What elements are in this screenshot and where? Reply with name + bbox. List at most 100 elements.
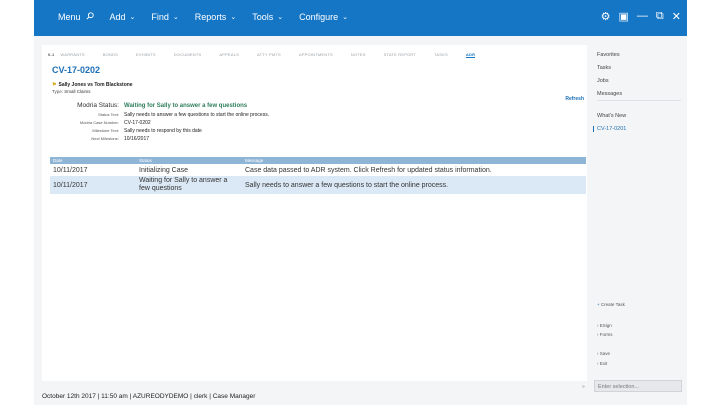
- status-server: AZUREODYDEMO: [132, 393, 189, 400]
- modria-case-number-label: Modria Case Number:: [79, 120, 119, 125]
- cell-status: Waiting for Sally to answer a few questi…: [136, 176, 242, 194]
- divider: [597, 100, 681, 101]
- tab-exhibits[interactable]: EXHIBITS: [136, 52, 156, 58]
- find-menu[interactable]: Find ⌄: [151, 12, 178, 22]
- modria-case-number-value: CV-17-0202: [124, 120, 151, 126]
- parties-text: Sally Jones vs Tom Blackstone: [58, 82, 133, 88]
- main-menu: Menu Add ⌄ Find ⌄ Reports ⌄ Tools ⌄ Conf…: [58, 12, 364, 22]
- configure-menu-label: Configure: [299, 12, 339, 22]
- esign-button[interactable]: › ESign: [597, 323, 612, 328]
- tab-notes[interactable]: NOTES: [351, 52, 366, 58]
- flag-icon: ⚑: [52, 82, 57, 88]
- column-header-message[interactable]: Message: [242, 157, 586, 164]
- search-icon[interactable]: [85, 12, 94, 22]
- favorites-link[interactable]: Favorites: [597, 52, 620, 58]
- chevron-down-icon: ⌄: [277, 14, 284, 21]
- case-parties: ⚑ Sally Jones vs Tom Blackstone: [52, 82, 133, 88]
- case-tabs: 0-1 WARRANTS BONDS EXHIBITS DOCUMENTS AP…: [48, 52, 493, 58]
- find-menu-label: Find: [151, 12, 169, 22]
- tools-menu[interactable]: Tools ⌄: [252, 12, 283, 22]
- status-time: 11:50 am: [101, 393, 128, 400]
- refresh-link[interactable]: Refresh: [565, 96, 584, 102]
- cell-message: Case data passed to ADR system. Click Re…: [242, 164, 586, 176]
- forms-button[interactable]: › Forms: [597, 332, 613, 337]
- top-menu-bar: Menu Add ⌄ Find ⌄ Reports ⌄ Tools ⌄ Conf…: [34, 0, 687, 36]
- tasks-link[interactable]: Tasks: [597, 65, 611, 71]
- adr-history-table: Date Status Message 10/11/2017 Initializ…: [50, 157, 586, 194]
- tab-general[interactable]: 0-1: [48, 52, 54, 58]
- chevron-down-icon: ⌄: [342, 14, 348, 21]
- exit-label: Exit: [599, 361, 608, 366]
- screenshot-icon[interactable]: ▣: [619, 10, 629, 23]
- recent-case-link[interactable]: CV-17-0201: [593, 126, 626, 132]
- tools-menu-label: Tools: [252, 12, 274, 22]
- tab-documents[interactable]: DOCUMENTS: [174, 52, 202, 58]
- arrow-icon: ›: [597, 332, 599, 337]
- arrow-icon: ›: [597, 323, 599, 328]
- case-number-title: CV-17-0202: [52, 65, 101, 75]
- cell-status: Initializing Case: [136, 164, 242, 176]
- chevron-down-icon: ⌄: [230, 14, 237, 21]
- esign-label: ESign: [599, 323, 612, 328]
- tab-state-report[interactable]: STATE REPORT: [384, 52, 416, 58]
- jobs-link[interactable]: Jobs: [597, 78, 609, 84]
- adr-details: Modria Status: Waiting for Sally to answ…: [48, 102, 269, 144]
- tab-atty-pmts[interactable]: ATTY PMTS: [257, 52, 281, 58]
- configure-menu[interactable]: Configure ⌄: [299, 12, 348, 22]
- status-text-value: Sally needs to answer a few questions to…: [124, 112, 270, 118]
- cell-date: 10/11/2017: [50, 164, 136, 176]
- forms-label: Forms: [599, 332, 613, 337]
- create-task-button[interactable]: + Create Task: [597, 302, 625, 307]
- reports-menu[interactable]: Reports ⌄: [195, 12, 236, 22]
- messages-link[interactable]: Messages: [597, 91, 622, 97]
- table-row[interactable]: 10/11/2017 Waiting for Sally to answer a…: [50, 176, 586, 194]
- minimize-icon[interactable]: —: [637, 10, 648, 23]
- save-label: Save: [599, 351, 611, 356]
- column-header-status[interactable]: Status: [136, 157, 242, 164]
- status-bar: October 12th 2017 | 11:50 am | AZUREODYD…: [42, 393, 256, 400]
- exit-button[interactable]: › Exit: [597, 361, 607, 366]
- close-icon[interactable]: ✕: [672, 10, 681, 23]
- tab-tasks[interactable]: TASKS: [434, 52, 448, 58]
- enter-selection-input[interactable]: Enter selection...: [594, 380, 682, 392]
- status-date: October 12th 2017: [42, 393, 96, 400]
- case-content-panel: 0-1 WARRANTS BONDS EXHIBITS DOCUMENTS AP…: [42, 45, 587, 381]
- table-row[interactable]: 10/11/2017 Initializing Case Case data p…: [50, 164, 586, 176]
- status-app: Case Manager: [212, 393, 256, 400]
- plus-icon: +: [597, 302, 600, 307]
- status-user: clerk: [193, 393, 208, 400]
- add-menu-label: Add: [109, 12, 126, 22]
- expand-pane-icon[interactable]: »: [582, 384, 585, 390]
- case-type: Type: Small Claims: [52, 89, 91, 94]
- tab-appeals[interactable]: APPEALS: [219, 52, 239, 58]
- gear-icon[interactable]: ⚙: [601, 10, 611, 23]
- tab-bonds[interactable]: BONDS: [103, 52, 118, 58]
- create-task-label: Create Task: [600, 302, 625, 307]
- chevron-down-icon: ⌄: [129, 14, 136, 21]
- status-text-label: Status Text:: [98, 112, 119, 117]
- column-header-date[interactable]: Date: [50, 157, 136, 164]
- cell-date: 10/11/2017: [50, 176, 136, 194]
- milestone-text-value: Sally needs to respond by this date: [124, 128, 202, 134]
- right-pane: Favorites Tasks Jobs Messages What's New…: [590, 36, 687, 405]
- whats-new-link[interactable]: What's New: [597, 113, 626, 119]
- milestone-text-label: Milestone Text:: [92, 128, 119, 133]
- menu-button[interactable]: Menu: [58, 12, 94, 22]
- arrow-icon: ›: [597, 351, 599, 356]
- tab-appointments[interactable]: APPOINTMENTS: [299, 52, 333, 58]
- modria-status-label: Modria Status:: [77, 102, 119, 109]
- case-type-label: Type:: [52, 89, 64, 94]
- restore-icon[interactable]: ⧉: [656, 10, 664, 23]
- next-milestone-label: Next Milestone:: [91, 136, 119, 141]
- window-controls: ⚙ ▣ — ⧉ ✕: [601, 10, 681, 23]
- chevron-down-icon: ⌄: [172, 14, 179, 21]
- cell-message: Sally needs to answer a few questions to…: [242, 176, 586, 194]
- arrow-icon: ›: [597, 361, 599, 366]
- add-menu[interactable]: Add ⌄: [110, 12, 136, 22]
- modria-status-value: Waiting for Sally to answer a few questi…: [124, 103, 248, 109]
- case-type-value: Small Claims: [64, 89, 91, 94]
- tab-adr[interactable]: ADR: [465, 52, 476, 58]
- save-button[interactable]: › Save: [597, 351, 610, 356]
- menu-label: Menu: [58, 12, 81, 22]
- tab-warrants[interactable]: WARRANTS: [60, 52, 84, 58]
